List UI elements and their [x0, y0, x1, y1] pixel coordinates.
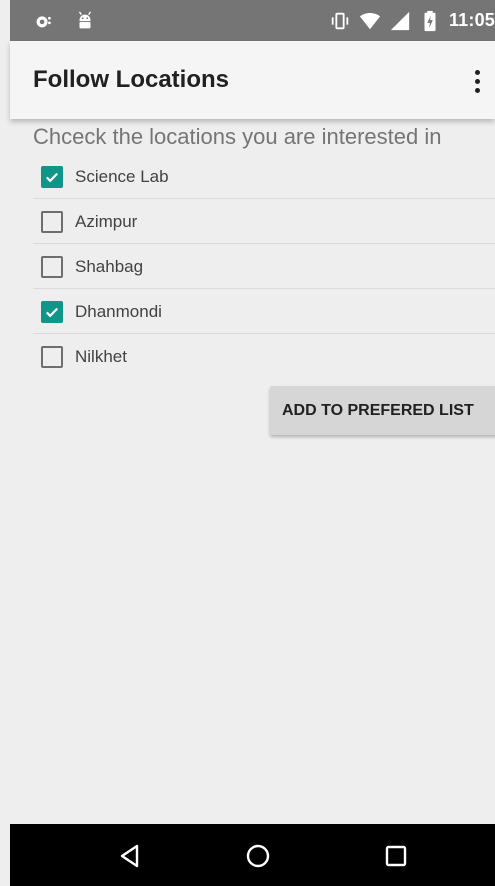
status-time: 11:05 — [448, 10, 495, 30]
location-label: Dhanmondi — [75, 302, 162, 321]
location-label: Science Lab — [75, 167, 169, 186]
vibrate-icon — [329, 10, 351, 32]
notification-icon — [32, 10, 54, 32]
checkbox-icon[interactable] — [41, 256, 63, 278]
battery-icon — [419, 10, 441, 32]
location-checkbox-nilkhet[interactable]: Nilkhet — [33, 334, 495, 379]
location-checkbox-shahbag[interactable]: Shahbag — [33, 244, 495, 289]
location-checkbox-dhanmondi[interactable]: Dhanmondi — [33, 289, 495, 334]
wifi-icon — [359, 10, 381, 32]
navigation-bar — [10, 824, 495, 886]
checkbox-icon[interactable] — [41, 211, 63, 233]
signal-icon — [389, 10, 411, 32]
status-left-icons — [32, 0, 96, 41]
location-label: Shahbag — [75, 257, 144, 276]
location-label: Nilkhet — [75, 347, 127, 366]
android-icon — [74, 10, 96, 32]
back-icon[interactable] — [110, 836, 150, 876]
recents-icon[interactable] — [376, 836, 416, 876]
checkbox-icon[interactable] — [41, 301, 63, 323]
status-bar: 11:05 — [10, 0, 495, 41]
app-bar: Follow Locations — [10, 41, 495, 119]
page-title: Follow Locations — [33, 66, 229, 93]
home-icon[interactable] — [238, 836, 278, 876]
locations-list: Science Lab Azimpur Shahbag Dhanmondi Ni… — [33, 154, 495, 379]
status-right-icons: 11:05 — [329, 0, 495, 41]
checkbox-icon[interactable] — [41, 166, 63, 188]
instruction-text: Chceck the locations you are interested … — [33, 124, 442, 149]
add-to-preferred-list-button[interactable]: ADD TO PREFERED LIST — [270, 386, 495, 435]
location-label: Azimpur — [75, 212, 138, 231]
location-checkbox-azimpur[interactable]: Azimpur — [33, 199, 495, 244]
checkbox-icon[interactable] — [41, 346, 63, 368]
more-vert-icon[interactable] — [465, 65, 489, 97]
location-checkbox-science-lab[interactable]: Science Lab — [33, 154, 495, 199]
